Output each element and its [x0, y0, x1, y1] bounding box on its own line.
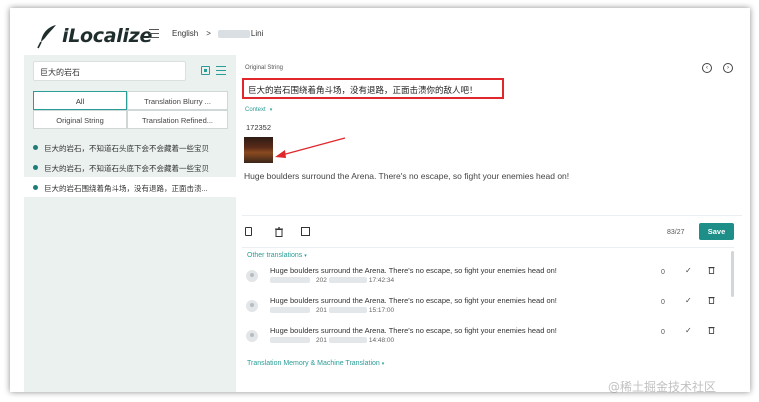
translation-row: Huge boulders surround the Arena. There'… [242, 296, 730, 326]
caret-icon: ▾ [304, 253, 307, 259]
translation-meta: 201 15:17:00 [270, 307, 394, 314]
translation-meta: 201 14:48:00 [270, 337, 394, 344]
string-list-panel: 巨大的岩石 All Translation Blurry ... Origina… [24, 55, 236, 392]
blurred-date [328, 307, 367, 314]
trash-icon[interactable] [708, 296, 715, 304]
list-view-icon[interactable] [216, 66, 226, 75]
scrollbar[interactable] [731, 251, 734, 297]
menu-icon[interactable] [149, 29, 159, 38]
watermark: @稀土掘金技术社区 [608, 380, 717, 394]
avatar [246, 300, 258, 312]
divider [242, 247, 734, 248]
original-string-label: Original String [245, 65, 284, 71]
tab-translation-refined[interactable]: Translation Refined... [127, 110, 228, 129]
context-screenshot[interactable] [244, 137, 273, 163]
translation-row: Huge boulders surround the Arena. There'… [242, 326, 730, 356]
app-window: iLocalize English > Lini 巨大的岩石 All Trans… [10, 8, 750, 392]
trash-icon[interactable] [708, 326, 715, 334]
status-dot [33, 145, 38, 150]
list-item-text: 巨大的岩石，不知道石头底下会不会藏着一些宝贝 [44, 164, 209, 173]
filter-tabs: All Translation Blurry ... Original Stri… [33, 91, 228, 129]
translation-row: Huge boulders surround the Arena. There'… [242, 266, 730, 296]
trash-icon[interactable] [274, 227, 284, 237]
search-input[interactable]: 巨大的岩石 [33, 61, 186, 81]
blurred-project-name [217, 29, 250, 38]
breadcrumb: English > Lini [172, 29, 263, 38]
previous-string-button[interactable]: ‹ [702, 63, 712, 73]
breadcrumb-language[interactable]: English [172, 29, 198, 38]
list-item-text: 巨大的岩石，不知道石头底下会不会藏着一些宝贝 [44, 144, 209, 153]
vote-count: 0 [661, 299, 665, 306]
other-translations-toggle[interactable]: Other translations ▾ [247, 252, 307, 259]
context-label: Context [245, 107, 266, 113]
expand-icon[interactable] [301, 227, 310, 236]
translation-meta: 202 17:42:34 [270, 277, 394, 284]
context-toggle[interactable]: Context ▾ [245, 107, 272, 113]
list-item-text: 巨大的岩石围绕着角斗场，没有退路，正面击溃... [44, 184, 208, 193]
divider [242, 215, 742, 216]
translation-text: Huge boulders surround the Arena. There'… [270, 296, 557, 305]
list-item[interactable]: 巨大的岩石，不知道石头底下会不会藏着一些宝贝 [24, 157, 236, 177]
translation-textarea[interactable]: Huge boulders surround the Arena. There'… [244, 171, 569, 181]
breadcrumb-separator: > [206, 29, 211, 38]
other-translations-label: Other translations [247, 252, 303, 259]
avatar [246, 270, 258, 282]
source-string: 巨大的岩石围绕着角斗场，没有退路，正面击溃你的敌人吧！ [242, 78, 504, 99]
blurred-user [270, 307, 310, 314]
translation-memory-label: Translation Memory & Machine Translation [247, 360, 380, 367]
logo-text: iLocalize [62, 25, 153, 47]
blurred-date [328, 277, 367, 284]
logo: iLocalize [36, 23, 152, 49]
save-button[interactable]: Save [699, 223, 734, 240]
status-dot [33, 165, 38, 170]
list-item-selected[interactable]: 巨大的岩石围绕着角斗场，没有退路，正面击溃... [24, 177, 236, 197]
translation-text: Huge boulders surround the Arena. There'… [270, 266, 557, 275]
check-icon[interactable]: ✓ [685, 326, 692, 335]
filter-icon[interactable] [201, 66, 210, 75]
tab-original-string[interactable]: Original String [33, 110, 127, 129]
breadcrumb-file: Lini [250, 29, 264, 38]
tab-all[interactable]: All [33, 91, 127, 110]
trash-icon[interactable] [708, 266, 715, 274]
vote-count: 0 [661, 329, 665, 336]
tab-translation-blurry[interactable]: Translation Blurry ... [127, 91, 228, 110]
caret-icon: ▾ [269, 107, 273, 113]
red-arrow-annotation [275, 137, 346, 158]
blurred-user [270, 337, 310, 344]
vote-count: 0 [661, 269, 665, 276]
blurred-user [270, 277, 310, 284]
check-icon[interactable]: ✓ [685, 296, 692, 305]
feather-icon [37, 25, 56, 49]
copy-icon[interactable] [245, 227, 252, 236]
blurred-date [328, 337, 367, 344]
status-dot [33, 185, 38, 190]
list-item[interactable]: 巨大的岩石，不知道石头底下会不会藏着一些宝贝 [24, 137, 236, 157]
avatar [246, 330, 258, 342]
translation-text: Huge boulders surround the Arena. There'… [270, 326, 557, 335]
context-id: 172352 [246, 123, 272, 132]
next-string-button[interactable]: › [723, 63, 733, 73]
char-counter: 83/27 [667, 229, 685, 236]
translation-memory-toggle[interactable]: Translation Memory & Machine Translation… [247, 360, 384, 367]
caret-icon: ▾ [381, 361, 385, 367]
check-icon[interactable]: ✓ [685, 266, 692, 275]
